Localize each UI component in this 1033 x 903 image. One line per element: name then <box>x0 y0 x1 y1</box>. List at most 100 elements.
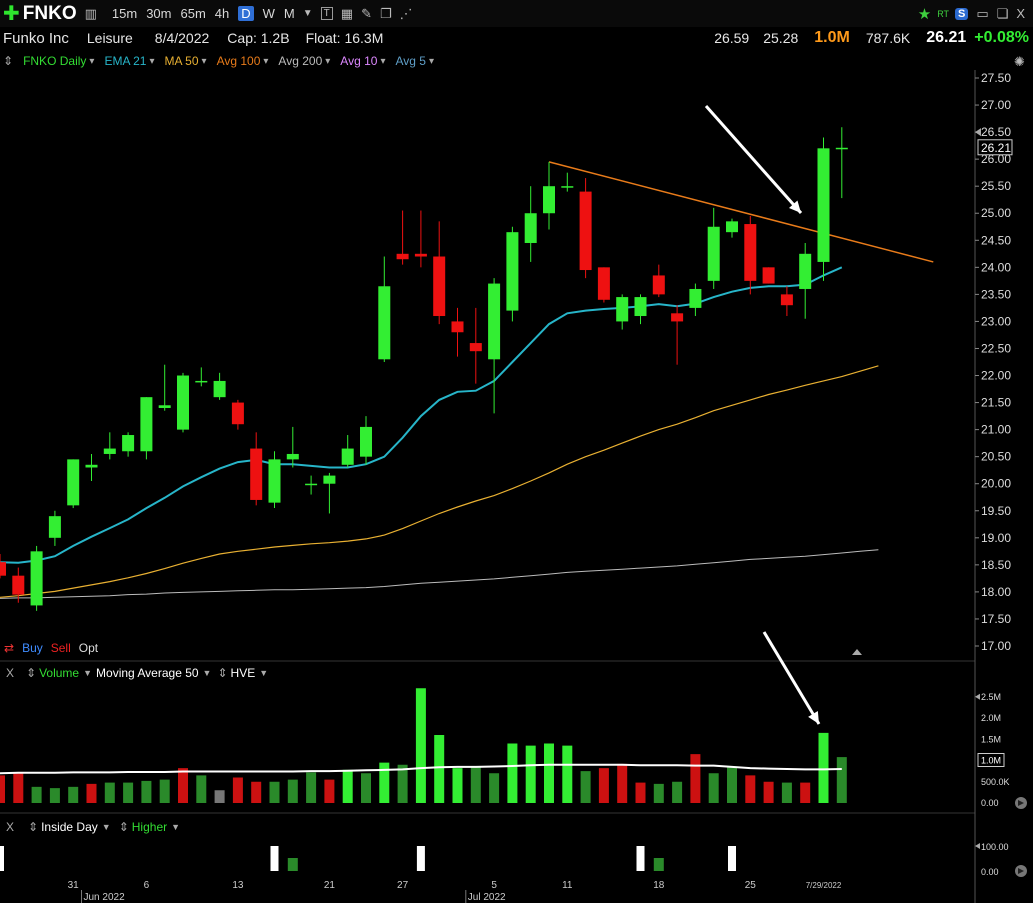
layers-icon[interactable]: ❐ <box>380 6 392 22</box>
chevron-down-icon[interactable]: ▾ <box>380 56 385 67</box>
inside-panel-close[interactable]: X <box>6 820 14 834</box>
chart-type-icon[interactable]: ▥ <box>85 6 97 22</box>
interval-65m[interactable]: 65m <box>180 6 205 21</box>
interval-15m[interactable]: 15m <box>112 6 137 21</box>
price-tick-label: 20.50 <box>981 450 1011 464</box>
interval-m[interactable]: M <box>284 6 295 21</box>
price-tick-label: 27.00 <box>981 98 1011 112</box>
symbol-label[interactable]: FNKO <box>23 3 77 25</box>
volume-ma-label[interactable]: Moving Average 50 <box>96 666 199 680</box>
volume-bar <box>342 769 353 803</box>
chevron-down-icon[interactable]: ▾ <box>149 56 154 67</box>
chevron-down-icon[interactable]: ▼ <box>83 668 92 678</box>
chevron-down-icon[interactable]: ▾ <box>325 56 330 67</box>
chevron-down-icon[interactable]: ▼ <box>102 822 111 832</box>
volume-bar <box>123 782 134 803</box>
legend-item[interactable]: Avg 100 ▾ <box>217 54 269 68</box>
legend-item[interactable]: Avg 10 ▾ <box>340 54 385 68</box>
draw-pencil-icon[interactable]: ✎ <box>361 6 372 22</box>
price-tick-label: 22.00 <box>981 369 1011 383</box>
candle-body <box>506 232 519 311</box>
inside-day-bar <box>416 846 425 871</box>
legend-item[interactable]: MA 50 ▾ <box>165 54 207 68</box>
date-tick-label: 27 <box>397 880 409 891</box>
close-icon[interactable]: X <box>1016 6 1025 21</box>
settings-icon[interactable]: ✺ <box>1014 54 1025 70</box>
volume-bar <box>104 782 115 803</box>
volume-toggle-icon[interactable]: ⇕ <box>26 666 36 680</box>
chevron-down-icon[interactable]: ▼ <box>171 822 180 832</box>
volume-bar <box>470 766 481 803</box>
date-tick-label: 13 <box>232 880 244 891</box>
volume-bar <box>159 779 170 803</box>
candle-body <box>707 226 720 281</box>
interval-dropdown-icon[interactable]: ▼ <box>303 8 313 19</box>
inside-toggle-icon[interactable]: ⇕ <box>28 820 38 834</box>
star-icon[interactable]: ★ <box>918 5 931 23</box>
candle-body <box>268 459 281 503</box>
hve-label[interactable]: HVE <box>231 666 256 680</box>
volume-bar <box>397 764 408 803</box>
price-tick-label: 23.50 <box>981 287 1011 301</box>
chevron-down-icon[interactable]: ▾ <box>89 56 94 67</box>
sell-button[interactable]: Sell <box>51 641 71 655</box>
volume-tick-label: 500.0K <box>981 777 1010 787</box>
volume-label[interactable]: Volume <box>39 666 79 680</box>
legend-item[interactable]: Avg 5 ▾ <box>395 54 434 68</box>
calendar-icon[interactable]: ▦ <box>341 6 353 22</box>
date-tick-label: Jul 2022 <box>468 892 506 903</box>
chevron-down-icon[interactable]: ▾ <box>263 56 268 67</box>
chevron-down-icon[interactable]: ▾ <box>202 56 207 67</box>
chevron-down-icon[interactable]: ▼ <box>259 668 268 678</box>
candle-body <box>231 402 244 425</box>
higher-toggle-icon[interactable]: ⇕ <box>119 820 129 834</box>
volume-bar <box>251 781 262 803</box>
opt-button[interactable]: Opt <box>79 641 98 655</box>
legend-item[interactable]: Avg 200 ▾ <box>278 54 330 68</box>
sector: Leisure <box>86 30 133 46</box>
volume-bar <box>415 688 426 803</box>
price-tick-label: 19.50 <box>981 504 1011 518</box>
inside-day-label[interactable]: Inside Day <box>41 820 98 834</box>
symbol-info-bar: Funko Inc Leisure 8/4/2022 Cap: 1.2B Flo… <box>0 27 1033 49</box>
interval-30m[interactable]: 30m <box>146 6 171 21</box>
legend-item[interactable]: FNKO Daily ▾ <box>23 54 94 68</box>
volume-tick-label: 0.00 <box>981 798 999 808</box>
plus-icon[interactable]: ✚ <box>3 1 20 26</box>
interval-d[interactable]: D <box>238 6 254 21</box>
candle-body <box>671 313 684 322</box>
candle-body <box>323 475 336 484</box>
legend-toggle-icon[interactable]: ⇕ <box>3 54 13 68</box>
chevron-down-icon[interactable]: ▾ <box>429 56 434 67</box>
volume-panel-close[interactable]: X <box>6 666 14 680</box>
price-tick-label: 18.50 <box>981 558 1011 572</box>
s-badge[interactable]: S <box>955 7 969 20</box>
volume-bar <box>763 781 774 803</box>
legend-item[interactable]: EMA 21 ▾ <box>104 54 154 68</box>
date-tick-label: 21 <box>324 880 336 891</box>
rt-badge[interactable]: RT <box>937 9 949 19</box>
date-tick-label: 5 <box>491 880 497 891</box>
candle-body <box>799 253 812 289</box>
price-tick-label: 26.50 <box>981 125 1011 139</box>
volume-value: 1.0M <box>814 29 850 46</box>
restore-icon[interactable]: ❏ <box>997 6 1009 22</box>
interval-w[interactable]: W <box>263 6 275 21</box>
higher-label[interactable]: Higher <box>132 820 167 834</box>
text-tool-icon[interactable]: T <box>320 7 333 20</box>
price-tick-label: 17.50 <box>981 612 1011 626</box>
candle-body <box>780 294 793 306</box>
volume-bar <box>727 766 737 803</box>
order-arrows-icon[interactable]: ⇄ <box>4 641 14 655</box>
candle-body <box>67 459 80 506</box>
save-icon[interactable]: ▭ <box>976 6 988 22</box>
hve-toggle-icon[interactable]: ⇕ <box>217 666 227 680</box>
interval-4h[interactable]: 4h <box>215 6 229 21</box>
volume-bar <box>672 781 683 803</box>
buy-button[interactable]: Buy <box>22 641 43 655</box>
volume-bar <box>232 777 243 803</box>
chevron-down-icon[interactable]: ▼ <box>203 668 212 678</box>
candle-body <box>195 380 208 383</box>
share-icon[interactable]: ⋰ <box>400 6 413 22</box>
date-tick-label: 11 <box>562 880 573 891</box>
